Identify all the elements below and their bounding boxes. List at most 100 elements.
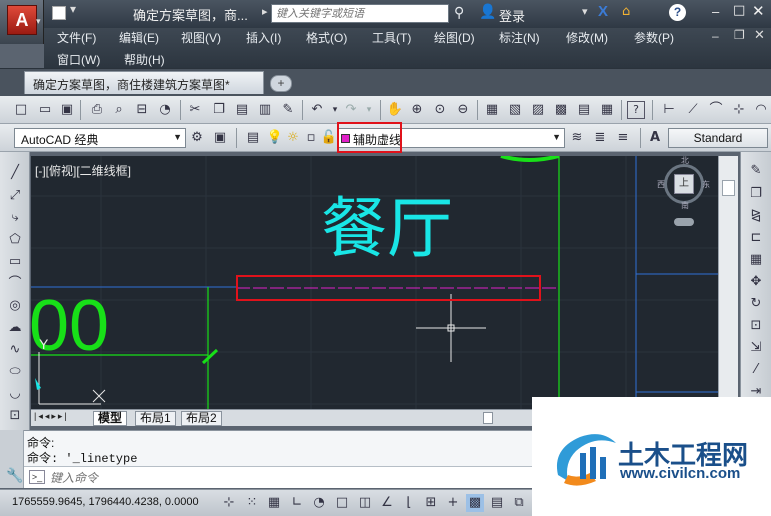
document-tab[interactable]: 确定方案草图，商住楼建筑方案草图* ✕: [24, 71, 285, 94]
print-icon[interactable]: ⎙: [88, 101, 106, 119]
polygon-icon[interactable]: ⬠: [6, 231, 24, 249]
lightbulb-icon[interactable]: 💡: [266, 129, 284, 147]
menu-modify[interactable]: 修改(M): [566, 29, 608, 46]
horizontal-scroll-thumb[interactable]: [483, 412, 493, 424]
rotate-icon[interactable]: ↻: [747, 295, 765, 313]
coordinate-readout[interactable]: 1765559.9645, 1796440.4238, 0.0000: [12, 496, 199, 508]
layer-properties-icon[interactable]: ▤: [244, 129, 262, 147]
brush-icon[interactable]: ✎: [279, 101, 297, 119]
calculator-icon[interactable]: ▦: [598, 101, 616, 119]
minimize-button[interactable]: –: [712, 4, 719, 19]
viewport-controls-label[interactable]: [-][俯视][二维线框]: [35, 162, 131, 179]
spline-icon[interactable]: ∿: [6, 341, 24, 359]
viewport-freeze-icon[interactable]: ▫: [302, 129, 320, 147]
doc-restore-button[interactable]: ❐: [734, 28, 745, 42]
open-icon[interactable]: ▭: [36, 101, 54, 119]
close-button[interactable]: ✕: [752, 2, 765, 20]
make-current-layer-icon[interactable]: ≋: [568, 129, 586, 147]
new-icon[interactable]: □: [12, 101, 30, 119]
qa-dropdown-icon[interactable]: ▾: [70, 2, 76, 16]
sun-icon[interactable]: ☼: [284, 129, 302, 147]
ellipse-arc-icon[interactable]: ◡: [6, 385, 24, 403]
menu-file[interactable]: 文件(F): [57, 29, 96, 46]
ellipse-icon[interactable]: ⬭: [6, 363, 24, 381]
user-icon[interactable]: 👤: [479, 4, 496, 20]
command-input[interactable]: [50, 468, 530, 487]
menu-window[interactable]: 窗口(W): [57, 51, 100, 68]
redo-dropdown-icon[interactable]: ▾: [360, 101, 378, 119]
menu-help[interactable]: 帮助(H): [124, 51, 165, 68]
copy-icon[interactable]: ❐: [210, 101, 228, 119]
publish-icon[interactable]: ⊟: [133, 101, 151, 119]
array-icon[interactable]: ▦: [747, 251, 765, 269]
login-dropdown-icon[interactable]: ▾: [582, 5, 588, 18]
new-tab-button[interactable]: +: [270, 75, 292, 92]
revision-cloud-icon[interactable]: ☁: [6, 319, 24, 337]
match-properties-icon[interactable]: ▥: [256, 101, 274, 119]
search-input[interactable]: [271, 4, 449, 23]
properties-icon[interactable]: ▦: [483, 101, 501, 119]
doc-close-button[interactable]: ✕: [754, 28, 765, 43]
construction-line-icon[interactable]: ⤢: [6, 187, 24, 205]
scale-icon[interactable]: ⊡: [747, 317, 765, 335]
stretch-icon[interactable]: ⇲: [747, 339, 765, 357]
exchange-icon[interactable]: X: [598, 3, 608, 20]
viewcube-top-face[interactable]: 上: [674, 174, 694, 194]
title-expand-icon[interactable]: ▸: [262, 5, 268, 18]
zoom-window-icon[interactable]: ⊙: [431, 101, 449, 119]
tool-palettes-icon[interactable]: ▨: [529, 101, 547, 119]
grid-display-icon[interactable]: ▦: [265, 494, 283, 512]
redo-icon[interactable]: ↷: [342, 101, 360, 119]
polar-tracking-icon[interactable]: ◔: [310, 494, 328, 512]
erase-icon[interactable]: ✎: [747, 162, 765, 180]
text-style-select[interactable]: Standard: [668, 128, 768, 148]
menu-insert[interactable]: 插入(I): [246, 29, 281, 46]
offset-icon[interactable]: ⊏: [747, 229, 765, 247]
trim-icon[interactable]: ⁄: [747, 361, 765, 379]
3d-print-icon[interactable]: ◔: [156, 101, 174, 119]
polyline-icon[interactable]: ⤷: [6, 209, 24, 227]
transparency-icon[interactable]: ▩: [466, 494, 484, 512]
wrench-icon[interactable]: 🔧: [6, 468, 23, 484]
markup-icon[interactable]: ▤: [575, 101, 593, 119]
doc-minimize-button[interactable]: –: [712, 29, 719, 43]
viewcube-ring[interactable]: 上 北 南 西 东: [657, 156, 710, 210]
new-file-icon[interactable]: [52, 6, 66, 20]
workspace-select[interactable]: AutoCAD 经典 ▼: [14, 128, 186, 148]
infer-constraints-icon[interactable]: ⊹: [220, 494, 238, 512]
menu-parametric[interactable]: 参数(P): [634, 29, 674, 46]
arc-length-icon[interactable]: ⌒: [707, 101, 725, 119]
text-style-icon[interactable]: A: [646, 129, 664, 147]
ortho-mode-icon[interactable]: ∟: [288, 494, 306, 512]
tab-layout1[interactable]: 布局1: [135, 411, 176, 426]
circle-icon[interactable]: ◎: [6, 297, 24, 315]
aligned-dimension-icon[interactable]: ⟋: [684, 101, 702, 119]
undo-icon[interactable]: ↶: [308, 101, 326, 119]
lineweight-icon[interactable]: +: [444, 494, 462, 512]
layout-nav-arrows-icon[interactable]: |◂◂▸▸|: [34, 411, 69, 422]
object-snap-icon[interactable]: □: [333, 494, 351, 512]
unlock-icon[interactable]: 🔓: [320, 129, 338, 147]
dynamic-ucs-icon[interactable]: ⌊: [400, 494, 418, 512]
menu-format[interactable]: 格式(O): [306, 29, 347, 46]
insert-block-icon[interactable]: ⊡: [6, 407, 24, 425]
save-icon[interactable]: ▣: [58, 101, 76, 119]
3d-osnap-icon[interactable]: ◫: [356, 494, 374, 512]
object-snap-tracking-icon[interactable]: ∠: [378, 494, 396, 512]
cut-icon[interactable]: ✂: [186, 101, 204, 119]
linear-dimension-icon[interactable]: ⊢: [660, 101, 678, 119]
arc-icon[interactable]: ⌒: [6, 275, 24, 293]
command-window-grip[interactable]: 🔧: [0, 430, 24, 488]
menu-draw[interactable]: 绘图(D): [434, 29, 475, 46]
sheet-set-icon[interactable]: ▩: [552, 101, 570, 119]
vertical-scrollbar[interactable]: [718, 156, 738, 409]
help-toolbar-icon[interactable]: ?: [627, 101, 645, 119]
layer-previous-icon[interactable]: ≣: [591, 129, 609, 147]
wcs-menu-icon[interactable]: [674, 218, 694, 226]
snap-mode-icon[interactable]: ⁙: [243, 494, 261, 512]
menu-view[interactable]: 视图(V): [181, 29, 221, 46]
selection-cycling-icon[interactable]: ⧉: [510, 494, 528, 512]
menu-dimension[interactable]: 标注(N): [499, 29, 540, 46]
rectangle-icon[interactable]: ▭: [6, 253, 24, 271]
menu-tools[interactable]: 工具(T): [372, 29, 411, 46]
